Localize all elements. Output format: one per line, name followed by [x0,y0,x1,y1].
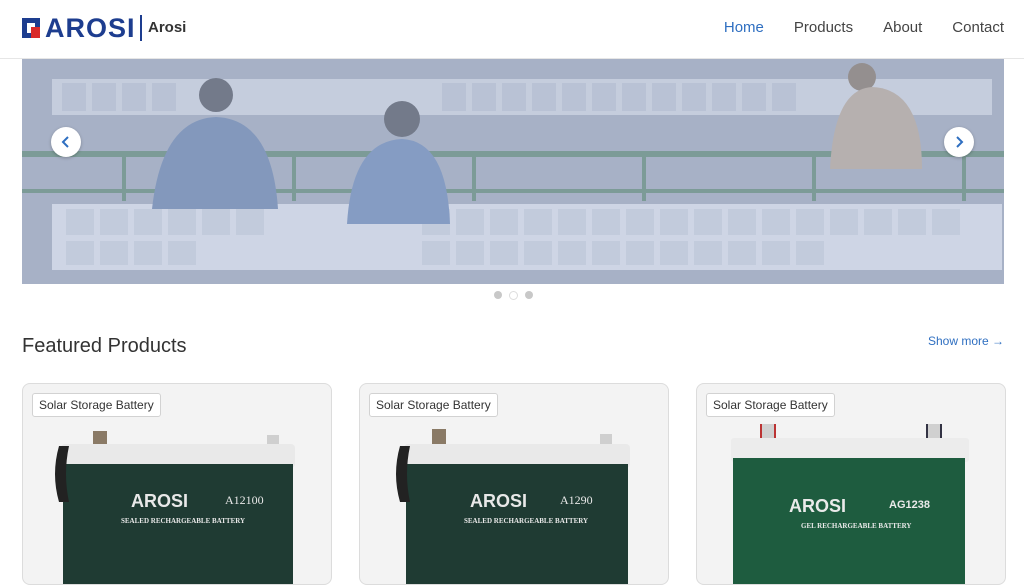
battery-product-image: AROSI AG1238 GEL RECHARGEABLE BATTERY [731,424,969,584]
battery-brand-text: AROSI [131,491,188,511]
logo-mark-icon [22,18,40,38]
nav-home[interactable]: Home [724,19,764,36]
carousel-dot-2[interactable] [509,291,518,300]
product-category-tag: Solar Storage Battery [32,393,161,417]
battery-brand-text: AROSI [789,496,846,516]
product-card[interactable]: Solar Storage Battery AROSI AG1238 GEL R… [696,383,1006,585]
show-more-link[interactable]: Show more → [928,334,1004,348]
carousel-dot-1[interactable] [494,291,502,299]
battery-subtitle-text: GEL RECHARGEABLE BATTERY [801,522,911,530]
battery-model-text: A12100 [225,493,264,507]
battery-product-image: AROSI A12100 SEALED RECHARGEABLE BATTERY [55,431,295,584]
battery-model-text: A1290 [560,493,593,507]
carousel-next-button[interactable] [944,127,974,157]
carousel-dots [494,291,533,300]
featured-products-title: Featured Products [22,335,187,357]
carousel-prev-button[interactable] [51,127,81,157]
product-card[interactable]: Solar Storage Battery AROSI A12100 SEALE… [22,383,332,585]
chevron-right-icon [956,136,964,148]
logo[interactable]: AROSI [22,14,142,42]
main-nav: Home Products About Contact [724,19,1004,36]
site-header: AROSI Arosi Home Products About Contact [0,0,1024,59]
logo-divider [139,15,142,41]
battery-subtitle-text: SEALED RECHARGEABLE BATTERY [464,517,588,525]
battery-subtitle-text: SEALED RECHARGEABLE BATTERY [121,517,245,525]
nav-about[interactable]: About [883,19,922,36]
hero-overlay [22,59,1004,284]
battery-product-image: AROSI A1290 SEALED RECHARGEABLE BATTERY [396,429,630,584]
nav-contact[interactable]: Contact [952,19,1004,36]
chevron-left-icon [61,136,69,148]
product-card[interactable]: Solar Storage Battery AROSI A1290 SEALED… [359,383,669,585]
carousel-dot-3[interactable] [525,291,533,299]
hero-carousel [22,59,1004,284]
logo-text: AROSI [45,13,136,43]
battery-brand-text: AROSI [470,491,527,511]
battery-model-text: AG1238 [889,499,930,511]
product-category-tag: Solar Storage Battery [369,393,498,417]
product-category-tag: Solar Storage Battery [706,393,835,417]
brand-name: Arosi [148,19,187,36]
nav-products[interactable]: Products [794,19,853,36]
